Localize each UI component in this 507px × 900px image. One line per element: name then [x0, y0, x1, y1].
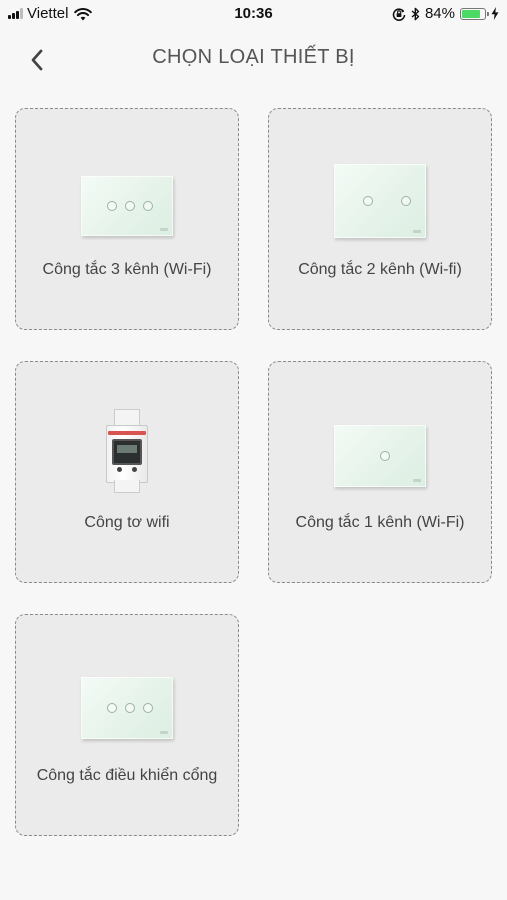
charging-icon [491, 7, 499, 20]
switch-2-gang-image [334, 164, 426, 238]
device-card-label: Công tơ wifi [84, 514, 170, 531]
device-card-label: Công tắc 3 kênh (Wi-Fi) [42, 261, 212, 278]
page-title: CHỌN LOẠI THIẾT BỊ [152, 46, 355, 68]
status-right: 84% [392, 5, 499, 22]
back-button[interactable] [22, 44, 52, 76]
battery-level [462, 9, 481, 18]
device-card-energy-meter[interactable]: Công tơ wifi [15, 361, 239, 583]
device-card-gate-control-switch[interactable]: Công tắc điều khiển cổng [15, 614, 239, 836]
device-card-switch-2-gang[interactable]: Công tắc 2 kênh (Wi-fi) [268, 108, 492, 330]
device-card-label: Công tắc 1 kênh (Wi-Fi) [295, 514, 465, 531]
battery-icon [460, 7, 489, 20]
orientation-lock-icon [392, 7, 406, 21]
device-card-label: Công tắc điều khiển cổng [36, 767, 218, 784]
status-bar: Viettel 10:36 84% [0, 0, 507, 28]
chevron-left-icon [31, 49, 43, 71]
device-card-switch-3-gang[interactable]: Công tắc 3 kênh (Wi-Fi) [15, 108, 239, 330]
device-card-label: Công tắc 2 kênh (Wi-fi) [298, 261, 462, 278]
energy-meter-image [102, 409, 152, 493]
bluetooth-icon [411, 7, 420, 20]
battery-percent: 84% [424, 5, 455, 22]
switch-1-gang-image [334, 425, 426, 487]
switch-3-gang-image [81, 176, 173, 236]
device-card-switch-1-gang[interactable]: Công tắc 1 kênh (Wi-Fi) [268, 361, 492, 583]
gate-control-switch-image [81, 677, 173, 739]
